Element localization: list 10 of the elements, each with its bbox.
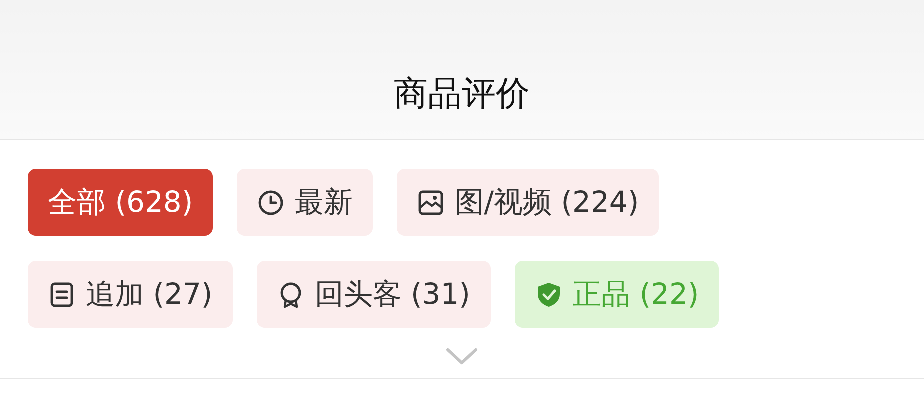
image-icon [417,188,446,216]
filter-chip[interactable]: 追加 (27) [28,261,233,328]
note-icon [48,280,76,308]
filter-chip[interactable]: 图/视频 (224) [397,169,660,236]
filter-chip[interactable]: 最新 [237,169,374,236]
page-title: 商品评价 [394,77,530,111]
clock-icon [257,188,286,216]
filter-chip[interactable]: 全部 (628) [28,169,214,236]
chevron-down-icon[interactable] [445,348,479,366]
filter-chip[interactable]: 回头客 (31) [256,261,490,328]
